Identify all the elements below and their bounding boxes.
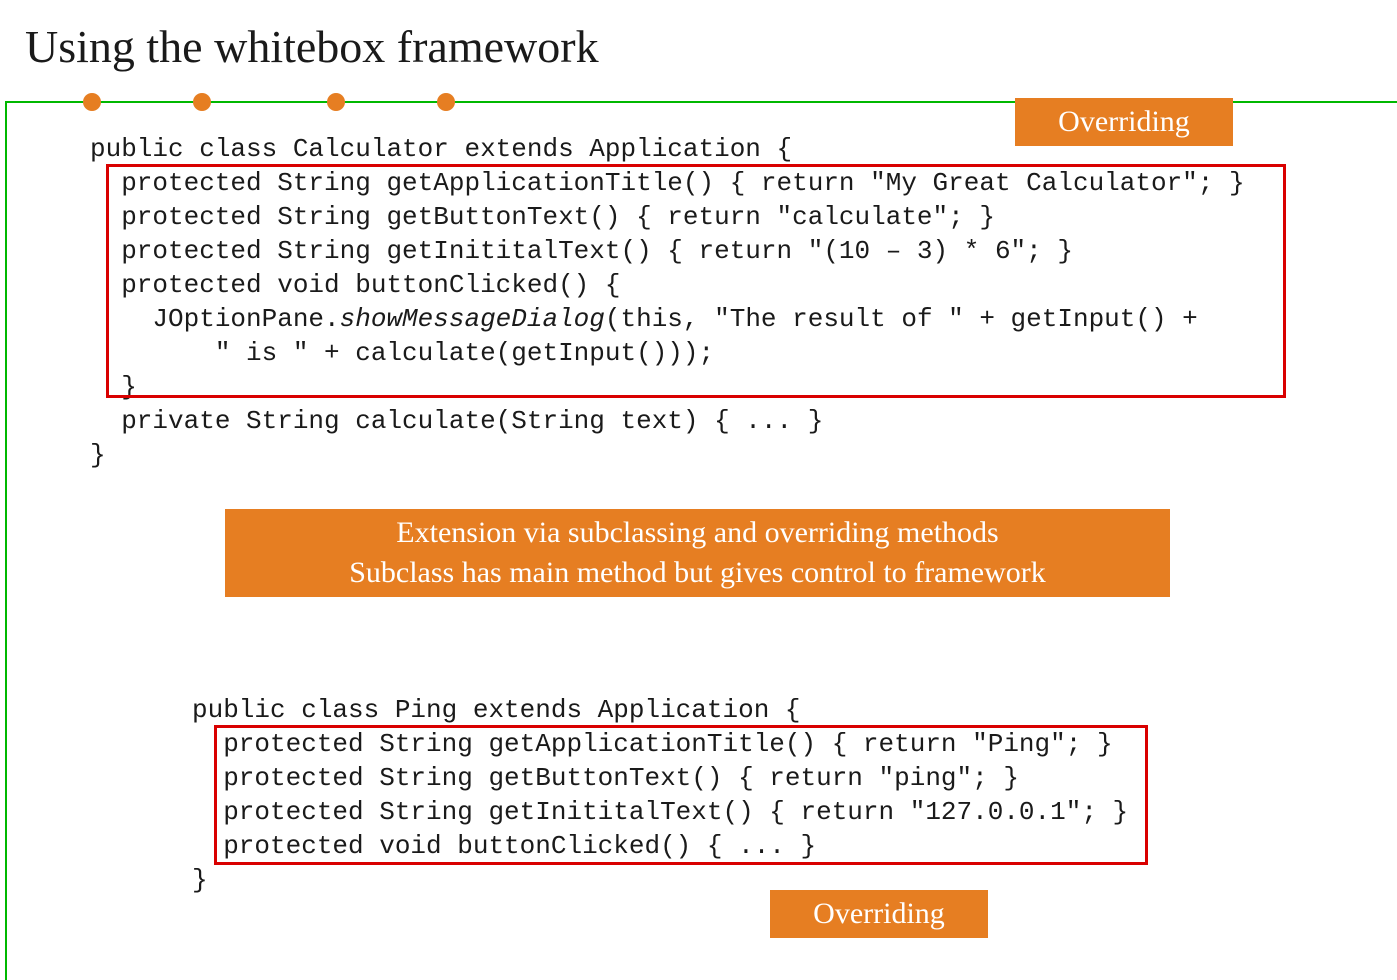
highlight-box-ping [214,725,1148,865]
highlight-box-calculator [106,164,1286,398]
dot-icon [327,93,345,111]
explanation-line-2: Subclass has main method but gives contr… [349,553,1046,593]
dot-icon [437,93,455,111]
explanation-line-1: Extension via subclassing and overriding… [396,513,998,553]
slide: Using the whitebox framework Overriding … [0,0,1397,980]
connector-vertical [5,101,7,980]
overriding-label-bottom: Overriding [770,890,988,938]
dot-icon [193,93,211,111]
dot-icon [83,93,101,111]
explanation-box: Extension via subclassing and overriding… [225,509,1170,597]
slide-title: Using the whitebox framework [25,20,599,73]
